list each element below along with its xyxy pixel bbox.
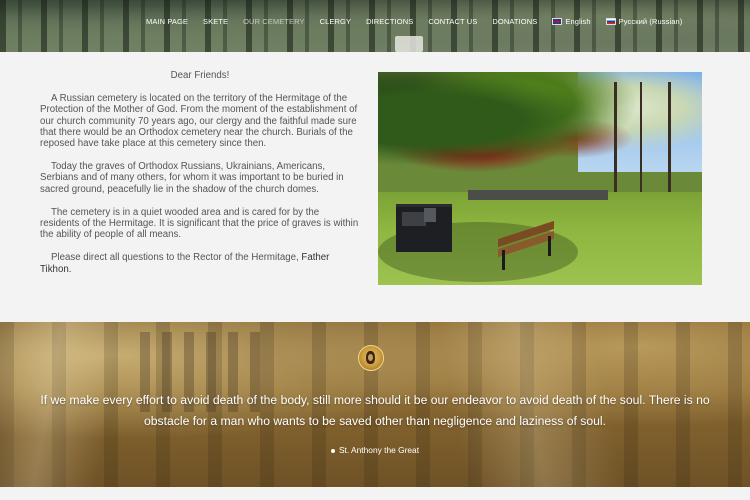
nav-contact-us[interactable]: CONTACT US bbox=[428, 17, 477, 26]
nav-clergy[interactable]: CLERGY bbox=[320, 17, 351, 26]
nav-main-page-label: MAIN PAGE bbox=[146, 17, 189, 26]
nav-our-cemetery[interactable]: OUR CEMETERY bbox=[243, 17, 305, 26]
greeting: Dear Friends! bbox=[170, 70, 230, 81]
main-content: Dear Friends! A Russian cemetery is loca… bbox=[0, 52, 750, 322]
nav-language-english[interactable]: English bbox=[552, 17, 591, 26]
nav-donations-label: DONATIONS bbox=[492, 17, 538, 26]
header-banner: MAIN PAGE SKETE OUR CEMETERY CLERGY DIRE… bbox=[0, 0, 750, 52]
quote-author: St. Anthony the Great bbox=[0, 445, 750, 455]
nav-our-cemetery-label: OUR CEMETERY bbox=[243, 17, 305, 26]
nav-language-russian[interactable]: Русский (Russian) bbox=[605, 17, 683, 26]
quote-section: If we make every effort to avoid death o… bbox=[0, 322, 750, 487]
nav-donations[interactable]: DONATIONS bbox=[492, 17, 537, 26]
nav-directions-label: DIRECTIONS bbox=[366, 17, 414, 26]
uk-flag-icon bbox=[552, 18, 563, 25]
photo-trunk bbox=[640, 82, 642, 192]
paragraph-contact: Please direct all questions to the Recto… bbox=[40, 252, 360, 274]
forest-background bbox=[0, 0, 750, 52]
nav-clergy-label: CLERGY bbox=[319, 17, 352, 26]
photo-trunk bbox=[614, 82, 617, 192]
quote-text: If we make every effort to avoid death o… bbox=[40, 393, 710, 428]
photo-headstone-cross bbox=[424, 208, 436, 222]
nav-skete-label: SKETE bbox=[203, 17, 229, 26]
nav-contact-us-label: CONTACT US bbox=[428, 17, 478, 26]
nav-english-label: English bbox=[565, 17, 591, 26]
saint-icon-face bbox=[368, 354, 373, 361]
footer-strip bbox=[0, 487, 750, 500]
ru-flag-icon bbox=[605, 18, 616, 25]
photo-bench-leg bbox=[502, 250, 505, 270]
contact-text: Please direct all questions to the Recto… bbox=[51, 252, 299, 264]
page: MAIN PAGE SKETE OUR CEMETERY CLERGY DIRE… bbox=[0, 0, 750, 500]
cemetery-photo bbox=[378, 72, 702, 285]
photo-headstone-plaque bbox=[402, 212, 426, 226]
nav-skete[interactable]: SKETE bbox=[203, 17, 228, 26]
photo-trees bbox=[378, 72, 702, 192]
bullet-icon bbox=[330, 448, 335, 453]
main-nav: MAIN PAGE SKETE OUR CEMETERY CLERGY DIRE… bbox=[146, 17, 697, 26]
nav-directions[interactable]: DIRECTIONS bbox=[366, 17, 413, 26]
saint-icon bbox=[358, 345, 384, 371]
quote-author-name: St. Anthony the Great bbox=[338, 445, 420, 455]
paragraph-1: A Russian cemetery is located on the ter… bbox=[40, 93, 358, 150]
church-cross-image bbox=[395, 36, 423, 52]
photo-trunk bbox=[668, 82, 671, 192]
nav-russian-label: Русский (Russian) bbox=[618, 17, 683, 26]
photo-gravestones bbox=[468, 190, 608, 200]
nav-main-page[interactable]: MAIN PAGE bbox=[146, 17, 188, 26]
photo-bench-leg bbox=[548, 236, 551, 256]
paragraph-3: The cemetery is in a quiet wooded area a… bbox=[40, 206, 359, 241]
cemetery-text: Dear Friends! A Russian cemetery is loca… bbox=[40, 70, 360, 287]
paragraph-2: Today the graves of Orthodox Russians, U… bbox=[40, 161, 344, 195]
